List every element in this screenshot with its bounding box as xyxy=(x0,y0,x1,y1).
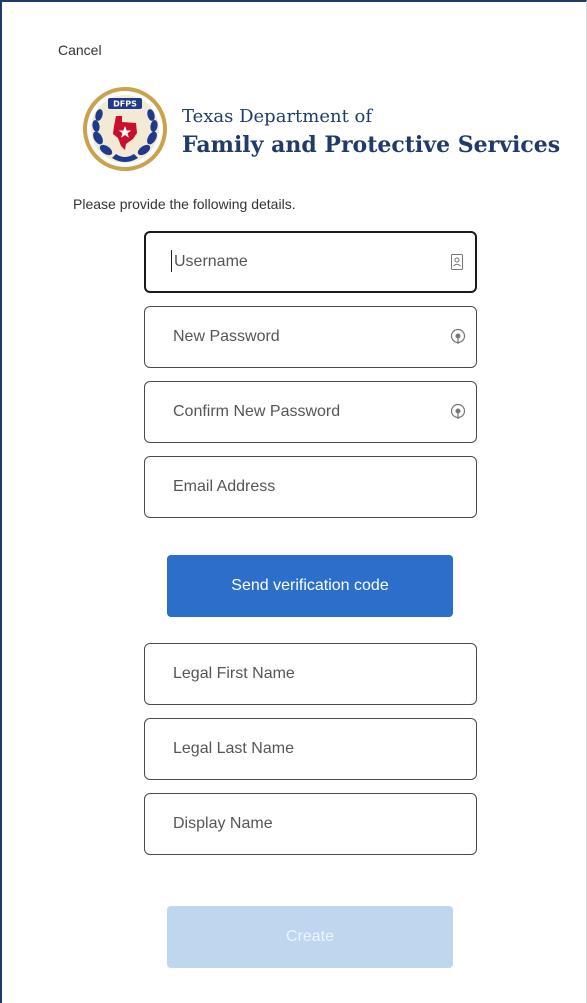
display-name-field[interactable] xyxy=(144,793,477,855)
username-field[interactable] xyxy=(144,231,477,293)
email-field[interactable] xyxy=(144,456,477,518)
dfps-logo: DFPS Texas Department of Family and Prot… xyxy=(82,86,560,174)
contact-card-icon xyxy=(449,253,465,271)
password-reveal-icon[interactable] xyxy=(450,328,466,346)
cancel-link[interactable]: Cancel xyxy=(58,42,102,58)
first-name-input[interactable] xyxy=(173,644,433,704)
logo-line-1: Texas Department of xyxy=(182,106,373,127)
last-name-field[interactable] xyxy=(144,718,477,780)
text-caret xyxy=(171,250,172,272)
signup-dialog: Cancel DFPS Texas Department of Family a… xyxy=(0,0,587,1003)
username-input[interactable] xyxy=(174,233,434,291)
instructions-text: Please provide the following details. xyxy=(73,196,296,212)
dfps-seal-icon: DFPS xyxy=(83,87,167,171)
new-password-input[interactable] xyxy=(173,307,433,367)
email-input[interactable] xyxy=(173,457,433,517)
create-button[interactable]: Create xyxy=(167,906,453,968)
password-reveal-icon[interactable] xyxy=(450,403,466,421)
logo-line-2: Family and Protective Services xyxy=(182,132,561,158)
last-name-input[interactable] xyxy=(173,719,433,779)
first-name-field[interactable] xyxy=(144,643,477,705)
display-name-input[interactable] xyxy=(173,794,433,854)
confirm-password-input[interactable] xyxy=(173,382,433,442)
svg-text:DFPS: DFPS xyxy=(113,100,137,109)
confirm-password-field[interactable] xyxy=(144,381,477,443)
send-verification-code-button[interactable]: Send verification code xyxy=(167,555,453,617)
new-password-field[interactable] xyxy=(144,306,477,368)
